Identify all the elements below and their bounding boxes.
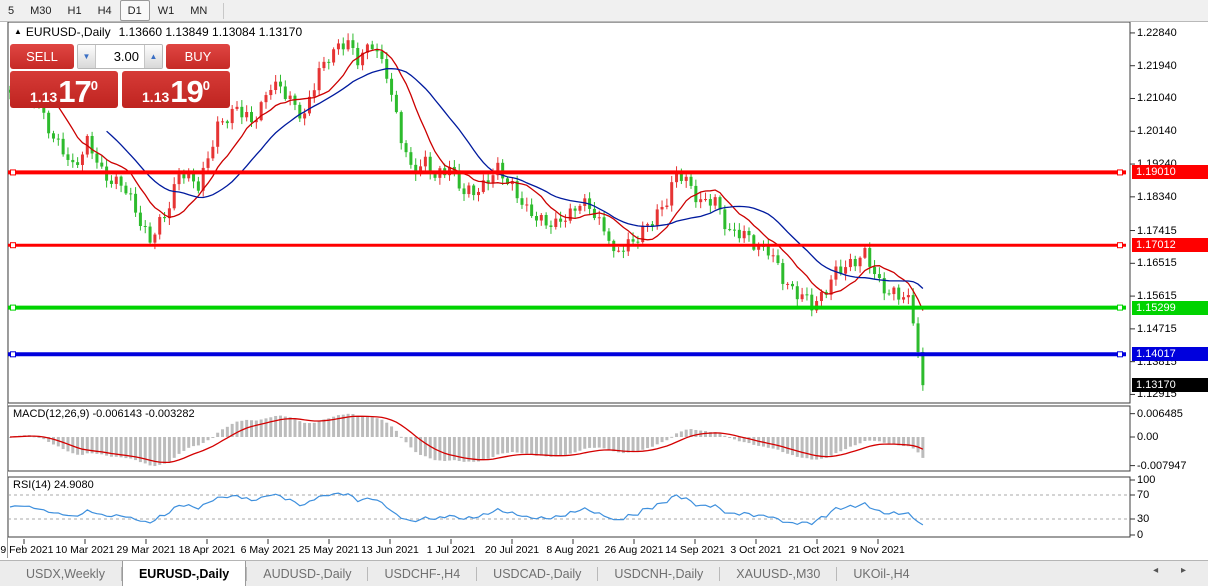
indicator-axis-label: 0 bbox=[1137, 529, 1205, 541]
indicator-axis-label: -0.007947 bbox=[1137, 460, 1205, 472]
date-axis-label: 19 Feb 2021 bbox=[0, 544, 53, 556]
symbol-tab-usdx[interactable]: USDX,Weekly bbox=[10, 561, 121, 586]
volume-increase-icon[interactable]: ▲ bbox=[144, 45, 162, 68]
buy-price-pips: 19 bbox=[170, 77, 202, 106]
one-click-trading-panel: SELL ▼ 3.00 ▲ BUY 1.13170 1.13190 bbox=[10, 44, 230, 108]
indicator-axis-label: 100 bbox=[1137, 474, 1205, 486]
date-axis-label: 13 Jun 2021 bbox=[361, 544, 419, 556]
price-level-badge: 1.17012 bbox=[1132, 238, 1208, 252]
macd-label: MACD(12,26,9) -0.006143 -0.003282 bbox=[13, 408, 195, 420]
rsi-label: RSI(14) 24.9080 bbox=[13, 479, 94, 491]
price-level-badge: 1.15299 bbox=[1132, 301, 1208, 315]
buy-price-base: 1.13 bbox=[142, 89, 169, 106]
indicator-axis-label: 70 bbox=[1137, 489, 1205, 501]
price-axis-label: 1.18340 bbox=[1137, 191, 1205, 203]
date-axis-label: 8 Aug 2021 bbox=[546, 544, 599, 556]
price-axis-label: 1.21940 bbox=[1137, 60, 1205, 72]
price-axis-label: 1.14715 bbox=[1137, 323, 1205, 335]
line-handle[interactable] bbox=[1118, 170, 1123, 175]
sell-button[interactable]: SELL bbox=[10, 44, 74, 69]
symbol-tab-xauusd-[interactable]: XAUUSD-,M30 bbox=[720, 561, 836, 586]
volume-spinner: ▼ 3.00 ▲ bbox=[77, 44, 163, 69]
chart-title: ▲ EURUSD-,Daily 1.13660 1.13849 1.13084 1.… bbox=[14, 25, 302, 39]
line-handle[interactable] bbox=[11, 305, 16, 310]
price-axis-label: 1.21040 bbox=[1137, 92, 1205, 104]
buy-price-tile[interactable]: 1.13190 bbox=[122, 71, 230, 108]
symbol-tab-usdcad-[interactable]: USDCAD-,Daily bbox=[477, 561, 597, 586]
date-axis-label: 14 Sep 2021 bbox=[665, 544, 725, 556]
sell-price-tile[interactable]: 1.13170 bbox=[10, 71, 118, 108]
date-axis-label: 20 Jul 2021 bbox=[485, 544, 539, 556]
price-level-badge: 1.14017 bbox=[1132, 347, 1208, 361]
indicator-axis-label: 0.006485 bbox=[1137, 408, 1205, 420]
date-axis-label: 21 Oct 2021 bbox=[788, 544, 845, 556]
date-axis-label: 9 Nov 2021 bbox=[851, 544, 905, 556]
sell-price-pips: 17 bbox=[58, 77, 90, 106]
symbol-tabs: USDX,WeeklyEURUSD-,DailyAUDUSD-,DailyUSD… bbox=[10, 561, 926, 586]
line-handle[interactable] bbox=[1118, 243, 1123, 248]
indicator-axis-label: 30 bbox=[1137, 513, 1205, 525]
buy-price-pipette: 0 bbox=[203, 71, 210, 101]
date-axis-label: 6 May 2021 bbox=[241, 544, 296, 556]
symbol-period-label: EURUSD-,Daily bbox=[26, 25, 111, 39]
tab-scroll-arrows[interactable]: ◂ ▸ bbox=[1153, 565, 1196, 576]
price-level-badge: 1.13170 bbox=[1132, 378, 1208, 392]
date-axis-label: 18 Apr 2021 bbox=[179, 544, 236, 556]
trading-terminal-window: 5M30H1H4D1W1MN ▲EURUSD-,Daily1.13660 1.1… bbox=[0, 0, 1208, 586]
symbol-tab-bar: USDX,WeeklyEURUSD-,DailyAUDUSD-,DailyUSD… bbox=[0, 560, 1208, 586]
buy-button[interactable]: BUY bbox=[166, 44, 230, 69]
volume-decrease-icon[interactable]: ▼ bbox=[78, 45, 96, 68]
line-handle[interactable] bbox=[11, 170, 16, 175]
date-axis-label: 1 Jul 2021 bbox=[427, 544, 475, 556]
line-handle[interactable] bbox=[1118, 352, 1123, 357]
date-axis-label: 26 Aug 2021 bbox=[605, 544, 664, 556]
price-axis-label: 1.16515 bbox=[1137, 257, 1205, 269]
price-axis-label: 1.20140 bbox=[1137, 125, 1205, 137]
ohlc-values: 1.13660 1.13849 1.13084 1.13170 bbox=[119, 25, 303, 39]
line-handle[interactable] bbox=[11, 243, 16, 248]
symbol-tab-usdcnh-[interactable]: USDCNH-,Daily bbox=[598, 561, 719, 586]
sell-price-base: 1.13 bbox=[30, 89, 57, 106]
symbol-tab-audusd-[interactable]: AUDUSD-,Daily bbox=[247, 561, 367, 586]
symbol-tab-eurusd-[interactable]: EURUSD-,Daily bbox=[122, 561, 246, 586]
symbol-tab-usdchf-[interactable]: USDCHF-,H4 bbox=[368, 561, 476, 586]
collapse-arrow-icon[interactable]: ▲ bbox=[14, 27, 22, 36]
date-axis-label: 25 May 2021 bbox=[299, 544, 360, 556]
line-handle[interactable] bbox=[1118, 305, 1123, 310]
volume-input[interactable]: 3.00 bbox=[96, 45, 144, 68]
symbol-tab-ukoil-[interactable]: UKOil-,H4 bbox=[837, 561, 925, 586]
date-axis-label: 10 Mar 2021 bbox=[56, 544, 115, 556]
indicator-axis-label: 0.00 bbox=[1137, 431, 1205, 443]
date-axis-label: 3 Oct 2021 bbox=[730, 544, 781, 556]
price-level-badge: 1.19010 bbox=[1132, 165, 1208, 179]
line-handle[interactable] bbox=[11, 352, 16, 357]
sell-price-pipette: 0 bbox=[91, 71, 98, 101]
price-axis-label: 1.22840 bbox=[1137, 27, 1205, 39]
price-axis-label: 1.17415 bbox=[1137, 225, 1205, 237]
date-axis-label: 29 Mar 2021 bbox=[117, 544, 176, 556]
